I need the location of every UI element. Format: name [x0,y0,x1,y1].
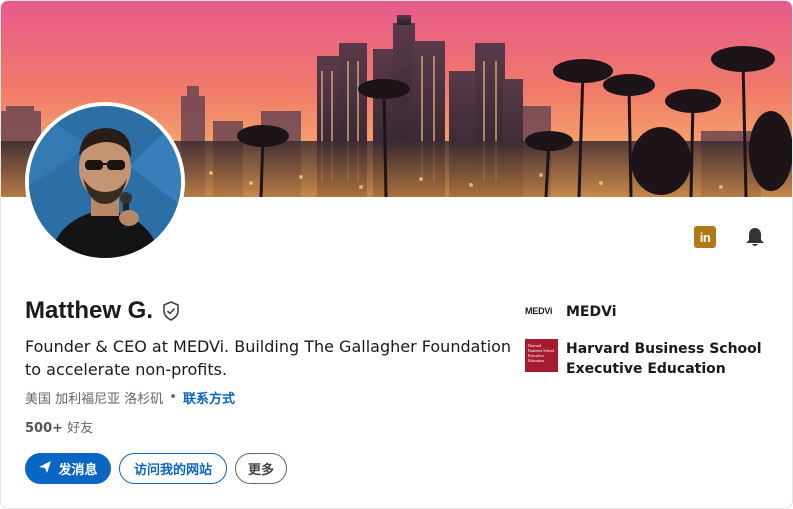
location-row: 美国 加利福尼亚 洛杉矶 • 联系方式 [25,388,235,407]
connections-label: 好友 [67,421,94,436]
experience-name: Harvard Business School Executive Educat… [566,341,762,377]
medvi-logo: MEDVi [525,305,553,316]
profile-actions: 发消息 访问我的网站 更多 [25,453,287,484]
bell-icon[interactable] [744,226,766,248]
experience-name: MEDVi [566,304,617,320]
visit-website-button[interactable]: 访问我的网站 [119,453,227,484]
profile-location: 美国 加利福尼亚 洛杉矶 [25,392,164,407]
profile-card: in Matthew G. Founder & CEO at MEDVi. Bu… [0,0,793,509]
separator-dot: • [169,390,177,405]
header-icons: in [694,226,766,248]
message-button[interactable]: 发消息 [25,453,111,484]
contact-info-link[interactable]: 联系方式 [183,388,235,407]
linkedin-icon[interactable]: in [694,226,716,248]
hbs-logo: Harvard Business School Executive Educat… [525,339,558,372]
profile-avatar[interactable] [25,102,185,262]
experience-harvard[interactable]: Harvard Business School Executive Educat… [525,339,766,379]
profile-name: Matthew G. [25,297,154,324]
send-icon [38,460,52,478]
more-button[interactable]: 更多 [235,453,287,484]
connections-count[interactable]: 500+ 好友 [25,417,93,436]
connections-number: 500+ [25,421,64,436]
experience-medvi[interactable]: MEDVi MEDVi [525,302,617,322]
name-row: Matthew G. [25,297,181,325]
profile-headline: Founder & CEO at MEDVi. Building The Gal… [25,337,512,379]
message-button-label: 发消息 [58,463,98,478]
verified-shield-icon[interactable] [161,301,181,321]
